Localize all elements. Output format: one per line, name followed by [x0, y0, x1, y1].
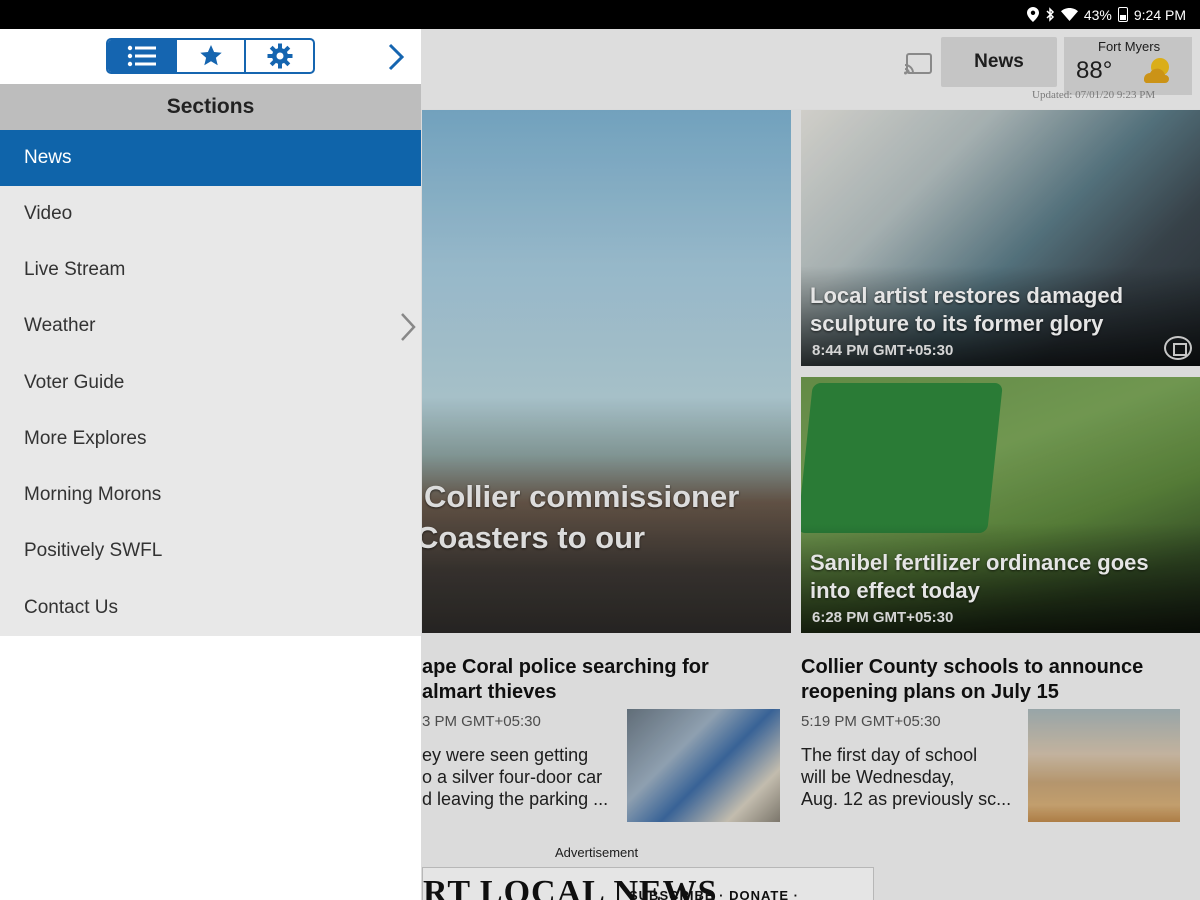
- sections-list-icon[interactable]: [108, 40, 175, 72]
- chevron-right-icon: [399, 312, 417, 342]
- menu-item-weather[interactable]: Weather: [0, 298, 421, 354]
- menu-item-live-stream[interactable]: Live Stream: [0, 242, 421, 298]
- battery-icon: [1117, 7, 1128, 22]
- drawer-tab-group: [106, 38, 315, 74]
- navigation-drawer: Sections News Video Live Stream Weather …: [0, 29, 421, 900]
- settings-gear-icon[interactable]: [246, 40, 313, 72]
- wifi-icon: [1060, 7, 1078, 23]
- clock: 9:24 PM: [1133, 6, 1186, 23]
- battery-percent: 43%: [1083, 6, 1112, 23]
- bluetooth-icon: [1045, 7, 1055, 23]
- menu-item-morning-morons[interactable]: Morning Morons: [0, 467, 421, 523]
- location-icon: [1026, 7, 1039, 23]
- menu-item-contact-us[interactable]: Contact Us: [0, 580, 421, 636]
- sections-menu: News Video Live Stream Weather Voter Gui…: [0, 130, 421, 636]
- favorites-star-icon[interactable]: [175, 40, 246, 72]
- menu-item-news[interactable]: News: [0, 130, 421, 186]
- menu-item-video[interactable]: Video: [0, 186, 421, 242]
- sections-header: Sections: [0, 84, 421, 130]
- status-bar: 43% 9:24 PM: [0, 0, 1200, 29]
- chevron-right-icon[interactable]: [384, 43, 408, 71]
- menu-item-positively-swfl[interactable]: Positively SWFL: [0, 523, 421, 579]
- menu-item-more-explores[interactable]: More Explores: [0, 411, 421, 467]
- menu-item-voter-guide[interactable]: Voter Guide: [0, 355, 421, 411]
- drawer-header: [0, 29, 421, 84]
